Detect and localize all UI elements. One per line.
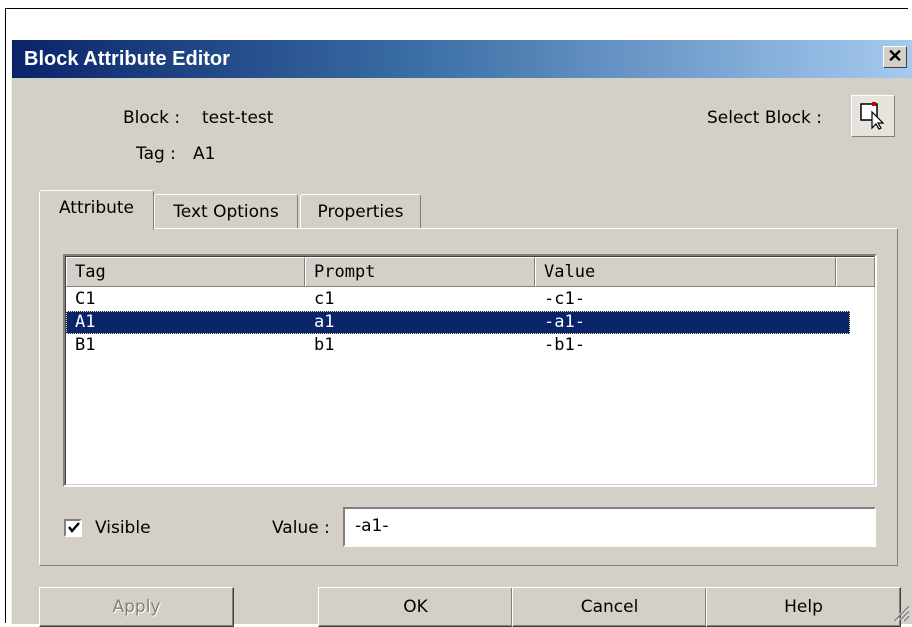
block-value: test-test [202, 108, 274, 128]
select-block-label: Select Block : [707, 108, 822, 128]
cancel-button[interactable]: Cancel [512, 587, 707, 627]
table-row[interactable]: C1 c1 -c1- [66, 288, 850, 311]
ok-button-label: OK [403, 597, 428, 617]
cell-tag: A1 [75, 312, 96, 332]
close-icon: ✕ [887, 46, 903, 66]
select-object-icon [860, 102, 885, 130]
resize-grip-icon[interactable] [888, 600, 910, 622]
table-row[interactable]: B1 b1 -b1- [66, 334, 850, 357]
help-button[interactable]: Help [706, 587, 901, 627]
value-input-text: -a1- [355, 516, 389, 536]
column-header-tag-label: Tag [75, 262, 106, 282]
tab-properties-label: Properties [317, 202, 404, 222]
cell-value: -a1- [544, 312, 585, 332]
close-button[interactable]: ✕ [883, 46, 907, 68]
value-input[interactable]: -a1- [343, 507, 876, 547]
cell-tag: C1 [75, 289, 96, 309]
select-block-button[interactable] [851, 95, 895, 137]
value-label: Value : [272, 518, 330, 538]
tag-value: A1 [193, 144, 216, 164]
apply-button-label: Apply [112, 597, 161, 617]
tab-attribute[interactable]: Attribute [39, 190, 154, 230]
help-button-label: Help [784, 597, 823, 617]
column-header-tag[interactable]: Tag [66, 257, 305, 287]
tab-text-options[interactable]: Text Options [154, 194, 298, 228]
attribute-list-body: Tag Prompt Value C1 c1 -c1- A1 a1 -a1- B… [65, 256, 875, 485]
cell-value: -b1- [544, 335, 585, 355]
column-header-prompt[interactable]: Prompt [305, 257, 535, 287]
tab-properties[interactable]: Properties [300, 194, 421, 228]
table-row-selected[interactable]: A1 a1 -a1- [66, 311, 850, 334]
block-attribute-editor-dialog: Block Attribute Editor ✕ Block : test-te… [11, 40, 912, 627]
cell-prompt: a1 [314, 312, 335, 332]
window-title: Block Attribute Editor [24, 48, 230, 70]
cell-value: -c1- [544, 289, 585, 309]
attribute-list[interactable]: Tag Prompt Value C1 c1 -c1- A1 a1 -a1- B… [63, 254, 877, 487]
tab-attribute-label: Attribute [58, 198, 135, 218]
checkmark-icon [68, 522, 80, 533]
column-header-value-label: Value [544, 262, 596, 282]
title-bar[interactable]: Block Attribute Editor ✕ [12, 40, 912, 78]
cancel-button-label: Cancel [580, 597, 639, 617]
visible-checkbox[interactable] [64, 519, 82, 537]
tag-label: Tag : [136, 144, 176, 164]
cell-tag: B1 [75, 335, 96, 355]
column-header-prompt-label: Prompt [314, 262, 376, 282]
apply-button[interactable]: Apply [39, 587, 234, 627]
ok-button[interactable]: OK [318, 587, 513, 627]
column-header-value[interactable]: Value [535, 257, 836, 287]
column-header-filler [836, 257, 875, 287]
tab-text-options-label: Text Options [173, 202, 279, 222]
cell-prompt: b1 [314, 335, 335, 355]
visible-label[interactable]: Visible [95, 518, 151, 538]
block-label: Block : [123, 108, 181, 128]
cell-prompt: c1 [314, 289, 335, 309]
